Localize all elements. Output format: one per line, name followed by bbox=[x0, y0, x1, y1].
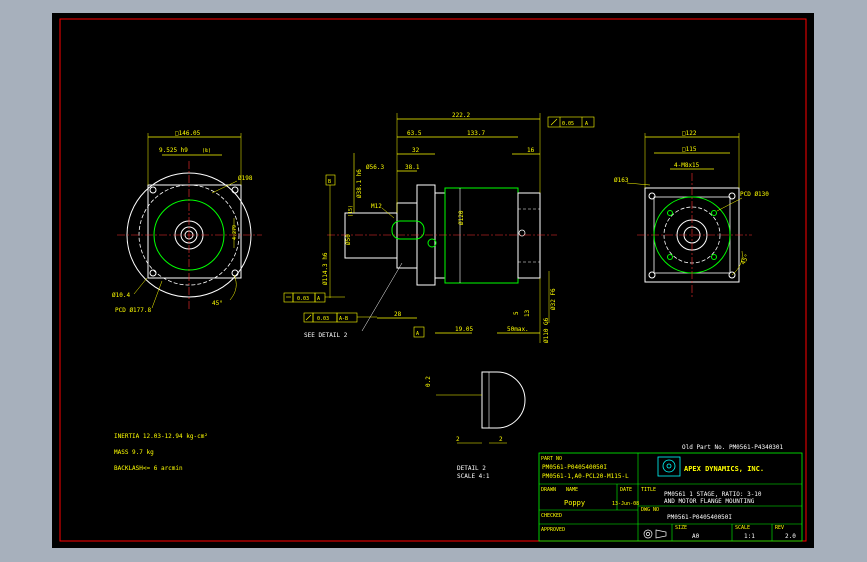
dim-dia-563: Ø56.3 bbox=[366, 164, 384, 171]
detail-dim-02: 0.2 bbox=[425, 376, 432, 387]
bolt-hole-tr bbox=[231, 186, 239, 194]
dim-len-32: 32 bbox=[412, 147, 420, 154]
dim-end-angle: 45° bbox=[740, 253, 751, 266]
bolt-hole-tl bbox=[149, 186, 157, 194]
tb-scale: 1:1 bbox=[744, 533, 755, 540]
title-block: PART NO PM0561-P040540050I PM0561-1,A0-P… bbox=[538, 452, 803, 542]
tol-perp: 0.03 bbox=[297, 296, 309, 302]
dim-len-50max: 50max. bbox=[507, 326, 529, 333]
dim-len-381: 38.1 bbox=[405, 164, 420, 171]
note-backlash: BACKLASH<= 6 arcmin bbox=[114, 465, 183, 472]
note-inertia: INERTIA 12.03-12.94 kg-cm² bbox=[114, 433, 208, 440]
note-mass: MASS 9.7 kg bbox=[114, 449, 154, 456]
dim-dia-32: Ø32 F6 bbox=[550, 288, 557, 310]
dim-15: (15) bbox=[348, 205, 354, 217]
tb-title-2: AND MOTOR FLANGE MOUNTING bbox=[664, 498, 755, 505]
dim-279: 4.279 bbox=[232, 225, 238, 240]
drawing-canvas: □146.05 9.525 h9 (‰) Ø198 4.279 Ø10.4 PC… bbox=[52, 13, 814, 548]
dim-dia-50: Ø50 bbox=[345, 234, 352, 245]
tb-date-label: DATE bbox=[620, 487, 632, 493]
tb-approved-label: APPROVED bbox=[541, 527, 565, 533]
company-logo-icon bbox=[657, 456, 681, 477]
square-flange bbox=[147, 184, 242, 279]
tol-perp-datum: A bbox=[317, 296, 320, 302]
tb-drawn-label: DRAWN bbox=[541, 487, 556, 493]
datum-b: B bbox=[328, 179, 331, 185]
tb-company: APEX DYNAMICS, INC. bbox=[684, 465, 764, 473]
dim-keyway: (‰) bbox=[202, 148, 211, 154]
flange-step bbox=[434, 192, 446, 279]
motor-flange bbox=[517, 192, 541, 279]
see-detail-label: SEE DETAIL 2 bbox=[304, 332, 348, 339]
dim-bolts: 4-M8x15 bbox=[674, 162, 700, 169]
dim-bolt-dia: Ø10.4 bbox=[112, 292, 130, 299]
bolt-hole-br bbox=[231, 269, 239, 277]
shaft-step bbox=[396, 202, 418, 269]
tol-runout-datum: A-B bbox=[339, 316, 348, 322]
drawing-border bbox=[59, 18, 807, 542]
dim-square-122: □122 bbox=[682, 130, 697, 137]
dim-len-635: 63.5 bbox=[407, 130, 422, 137]
tb-title-label: TITLE bbox=[641, 487, 656, 493]
dim-pcd-130: PCD Ø130 bbox=[740, 191, 769, 198]
tb-checked-label: CHECKED bbox=[541, 513, 562, 519]
dim-shaft: 9.525 h9 bbox=[159, 147, 188, 154]
gearbox-body bbox=[444, 187, 519, 284]
tb-scale-label: SCALE bbox=[735, 525, 750, 531]
cad-drawing: □146.05 9.525 h9 (‰) Ø198 4.279 Ø10.4 PC… bbox=[59, 18, 807, 542]
dim-square-115: □115 bbox=[682, 146, 697, 153]
side-view: 222.2 63.5 133.7 0.05 A 32 16 38.1 Ø56.3… bbox=[283, 112, 595, 343]
projection-symbol-icon bbox=[643, 529, 667, 539]
tb-title-1: PM0561 1 STAGE, RATIO: 3-10 bbox=[664, 491, 762, 498]
detail-profile bbox=[481, 371, 526, 429]
tb-size-label: SIZE bbox=[675, 525, 687, 531]
front-view: □146.05 9.525 h9 (‰) Ø198 4.279 Ø10.4 PC… bbox=[112, 130, 262, 314]
dim-len-16: 16 bbox=[527, 147, 535, 154]
dim-dia-114: Ø114.3 h6 bbox=[322, 252, 329, 285]
dim-dia-120: Ø120 bbox=[458, 210, 465, 225]
dim-dia-198: Ø198 bbox=[238, 175, 253, 182]
dim-dia-381h6: Ø38.1 h6 bbox=[356, 169, 363, 198]
tol-runout: 0.03 bbox=[317, 316, 329, 322]
dim-angle: 45° bbox=[212, 300, 223, 307]
output-shaft bbox=[344, 212, 398, 259]
tb-drawn-by: Poppy bbox=[564, 499, 585, 507]
dim-dia-163: Ø163 bbox=[614, 177, 629, 184]
dim-len-13: 13 bbox=[524, 309, 531, 317]
tol-parallel-datum: A bbox=[585, 121, 588, 127]
dim-len-5: 5 bbox=[513, 311, 520, 315]
dim-width: □146.05 bbox=[175, 130, 201, 137]
dim-len-1905: 19.05 bbox=[455, 326, 473, 333]
tb-size: A0 bbox=[692, 533, 700, 540]
dim-len-1337: 133.7 bbox=[467, 130, 485, 137]
detail-dim-2b: 2 bbox=[499, 436, 503, 443]
tb-dwg-no-label: DWG NO bbox=[641, 507, 659, 513]
tol-parallel: 0.05 bbox=[562, 121, 574, 127]
detail-title: DETAIL 2 bbox=[457, 465, 486, 472]
detail-2: 0.2 2 2 DETAIL 2 SCALE 4:1 bbox=[425, 371, 526, 480]
tb-rev-label: REV bbox=[775, 525, 784, 531]
dim-len-28: 28 bbox=[394, 311, 402, 318]
detail-scale: SCALE 4:1 bbox=[457, 473, 490, 480]
detail-dim-2a: 2 bbox=[456, 436, 460, 443]
bolt-hole-bl bbox=[149, 269, 157, 277]
dim-pcd: PCD Ø177.8 bbox=[115, 307, 152, 314]
tb-dwg-no: PM0561-P040540050I bbox=[667, 514, 732, 521]
tb-date: 13-Jun-08 bbox=[612, 501, 639, 507]
dim-dia-110: Ø110 G6 bbox=[543, 317, 550, 343]
tb-part-no-label: PART NO bbox=[541, 456, 562, 462]
tb-name-label: NAME bbox=[566, 487, 578, 493]
datum-a: A bbox=[416, 331, 419, 337]
tb-part-no-2: PM0561-1,A0-PCL20-M115-L bbox=[542, 473, 629, 480]
end-view: □122 □115 4-M8x15 Ø163 PCD Ø130 45° bbox=[614, 130, 769, 298]
tb-rev: 2.0 bbox=[785, 533, 796, 540]
old-part-no: Old Part No. PM0561-P4340301 bbox=[682, 444, 784, 451]
dim-overall-len: 222.2 bbox=[452, 112, 470, 119]
dim-thread: M12 bbox=[371, 203, 382, 210]
tb-part-no-1: PM0561-P040540050I bbox=[542, 464, 607, 471]
